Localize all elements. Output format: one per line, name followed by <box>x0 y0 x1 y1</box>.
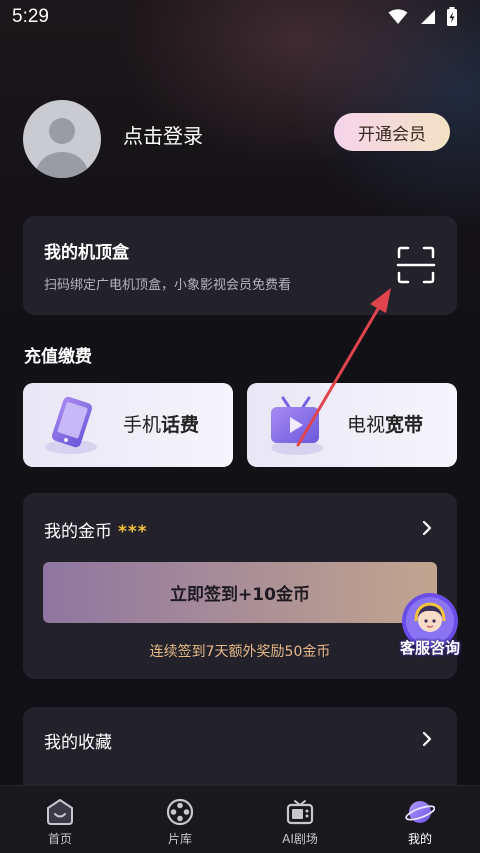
chevron-right-icon[interactable] <box>421 520 433 536</box>
coins-title[interactable]: 我的金币 *** <box>44 517 148 542</box>
login-link[interactable]: 点击登录 <box>123 120 203 149</box>
customer-support-button[interactable]: 客服咨询 <box>394 593 466 663</box>
tab-home-label: 首页 <box>47 832 72 846</box>
tab-home[interactable]: 首页 <box>0 786 120 853</box>
favorites-card[interactable]: 我的收藏 <box>23 707 457 797</box>
tv-broadband-label: 电视宽带 <box>347 414 424 436</box>
profile-planet-icon <box>405 801 435 823</box>
bottom-tab-bar: 首页 片库 AI剧场 我的 <box>0 785 480 853</box>
set-top-box-title: 我的机顶盒 <box>44 243 129 263</box>
tab-library[interactable]: 片库 <box>120 786 240 853</box>
film-reel-icon <box>166 798 194 826</box>
phone-bill-label: 手机话费 <box>123 414 200 436</box>
set-top-box-card[interactable]: 我的机顶盒 扫码绑定广电机顶盒，小象影视会员免费看 <box>23 216 457 315</box>
home-icon <box>47 799 73 825</box>
default-avatar-icon <box>36 118 88 178</box>
chevron-right-icon <box>422 731 432 747</box>
phone-icon <box>45 396 97 454</box>
status-time: 5:29 <box>12 6 49 27</box>
tv-broadband-button[interactable]: 电视宽带 <box>247 383 457 467</box>
signal-icon <box>421 10 435 24</box>
check-in-button[interactable]: 立即签到+10金币 <box>43 562 437 623</box>
check-in-note: 连续签到7天额外奖励50金币 <box>149 644 331 660</box>
support-label: 客服咨询 <box>399 639 460 657</box>
tv-icon <box>271 396 323 455</box>
tab-ai-theater-label: AI剧场 <box>282 832 318 846</box>
set-top-box-subtitle: 扫码绑定广电机顶盒，小象影视会员免费看 <box>44 278 292 293</box>
tab-library-label: 片库 <box>167 832 192 846</box>
favorites-title: 我的收藏 <box>44 733 112 753</box>
profile-section: 点击登录 开通会员 <box>23 100 457 178</box>
battery-charging-icon <box>447 7 457 26</box>
wifi-icon <box>388 9 408 24</box>
tab-ai-theater[interactable]: AI剧场 <box>240 786 360 853</box>
avatar[interactable] <box>23 100 101 178</box>
status-bar: 5:29 <box>0 0 480 34</box>
recharge-section-title: 充值缴费 <box>24 347 92 367</box>
phone-bill-button[interactable]: 手机话费 <box>23 383 233 467</box>
tv-theater-icon <box>286 800 314 825</box>
status-icons <box>388 7 458 27</box>
coins-card: 我的金币 *** 立即签到+10金币 连续签到7天额外奖励50金币 <box>23 493 457 679</box>
scan-icon[interactable] <box>396 245 436 285</box>
coins-stars: *** <box>118 522 148 542</box>
tab-mine[interactable]: 我的 <box>360 786 480 853</box>
tab-mine-label: 我的 <box>407 832 432 846</box>
open-vip-button[interactable]: 开通会员 <box>334 113 450 151</box>
